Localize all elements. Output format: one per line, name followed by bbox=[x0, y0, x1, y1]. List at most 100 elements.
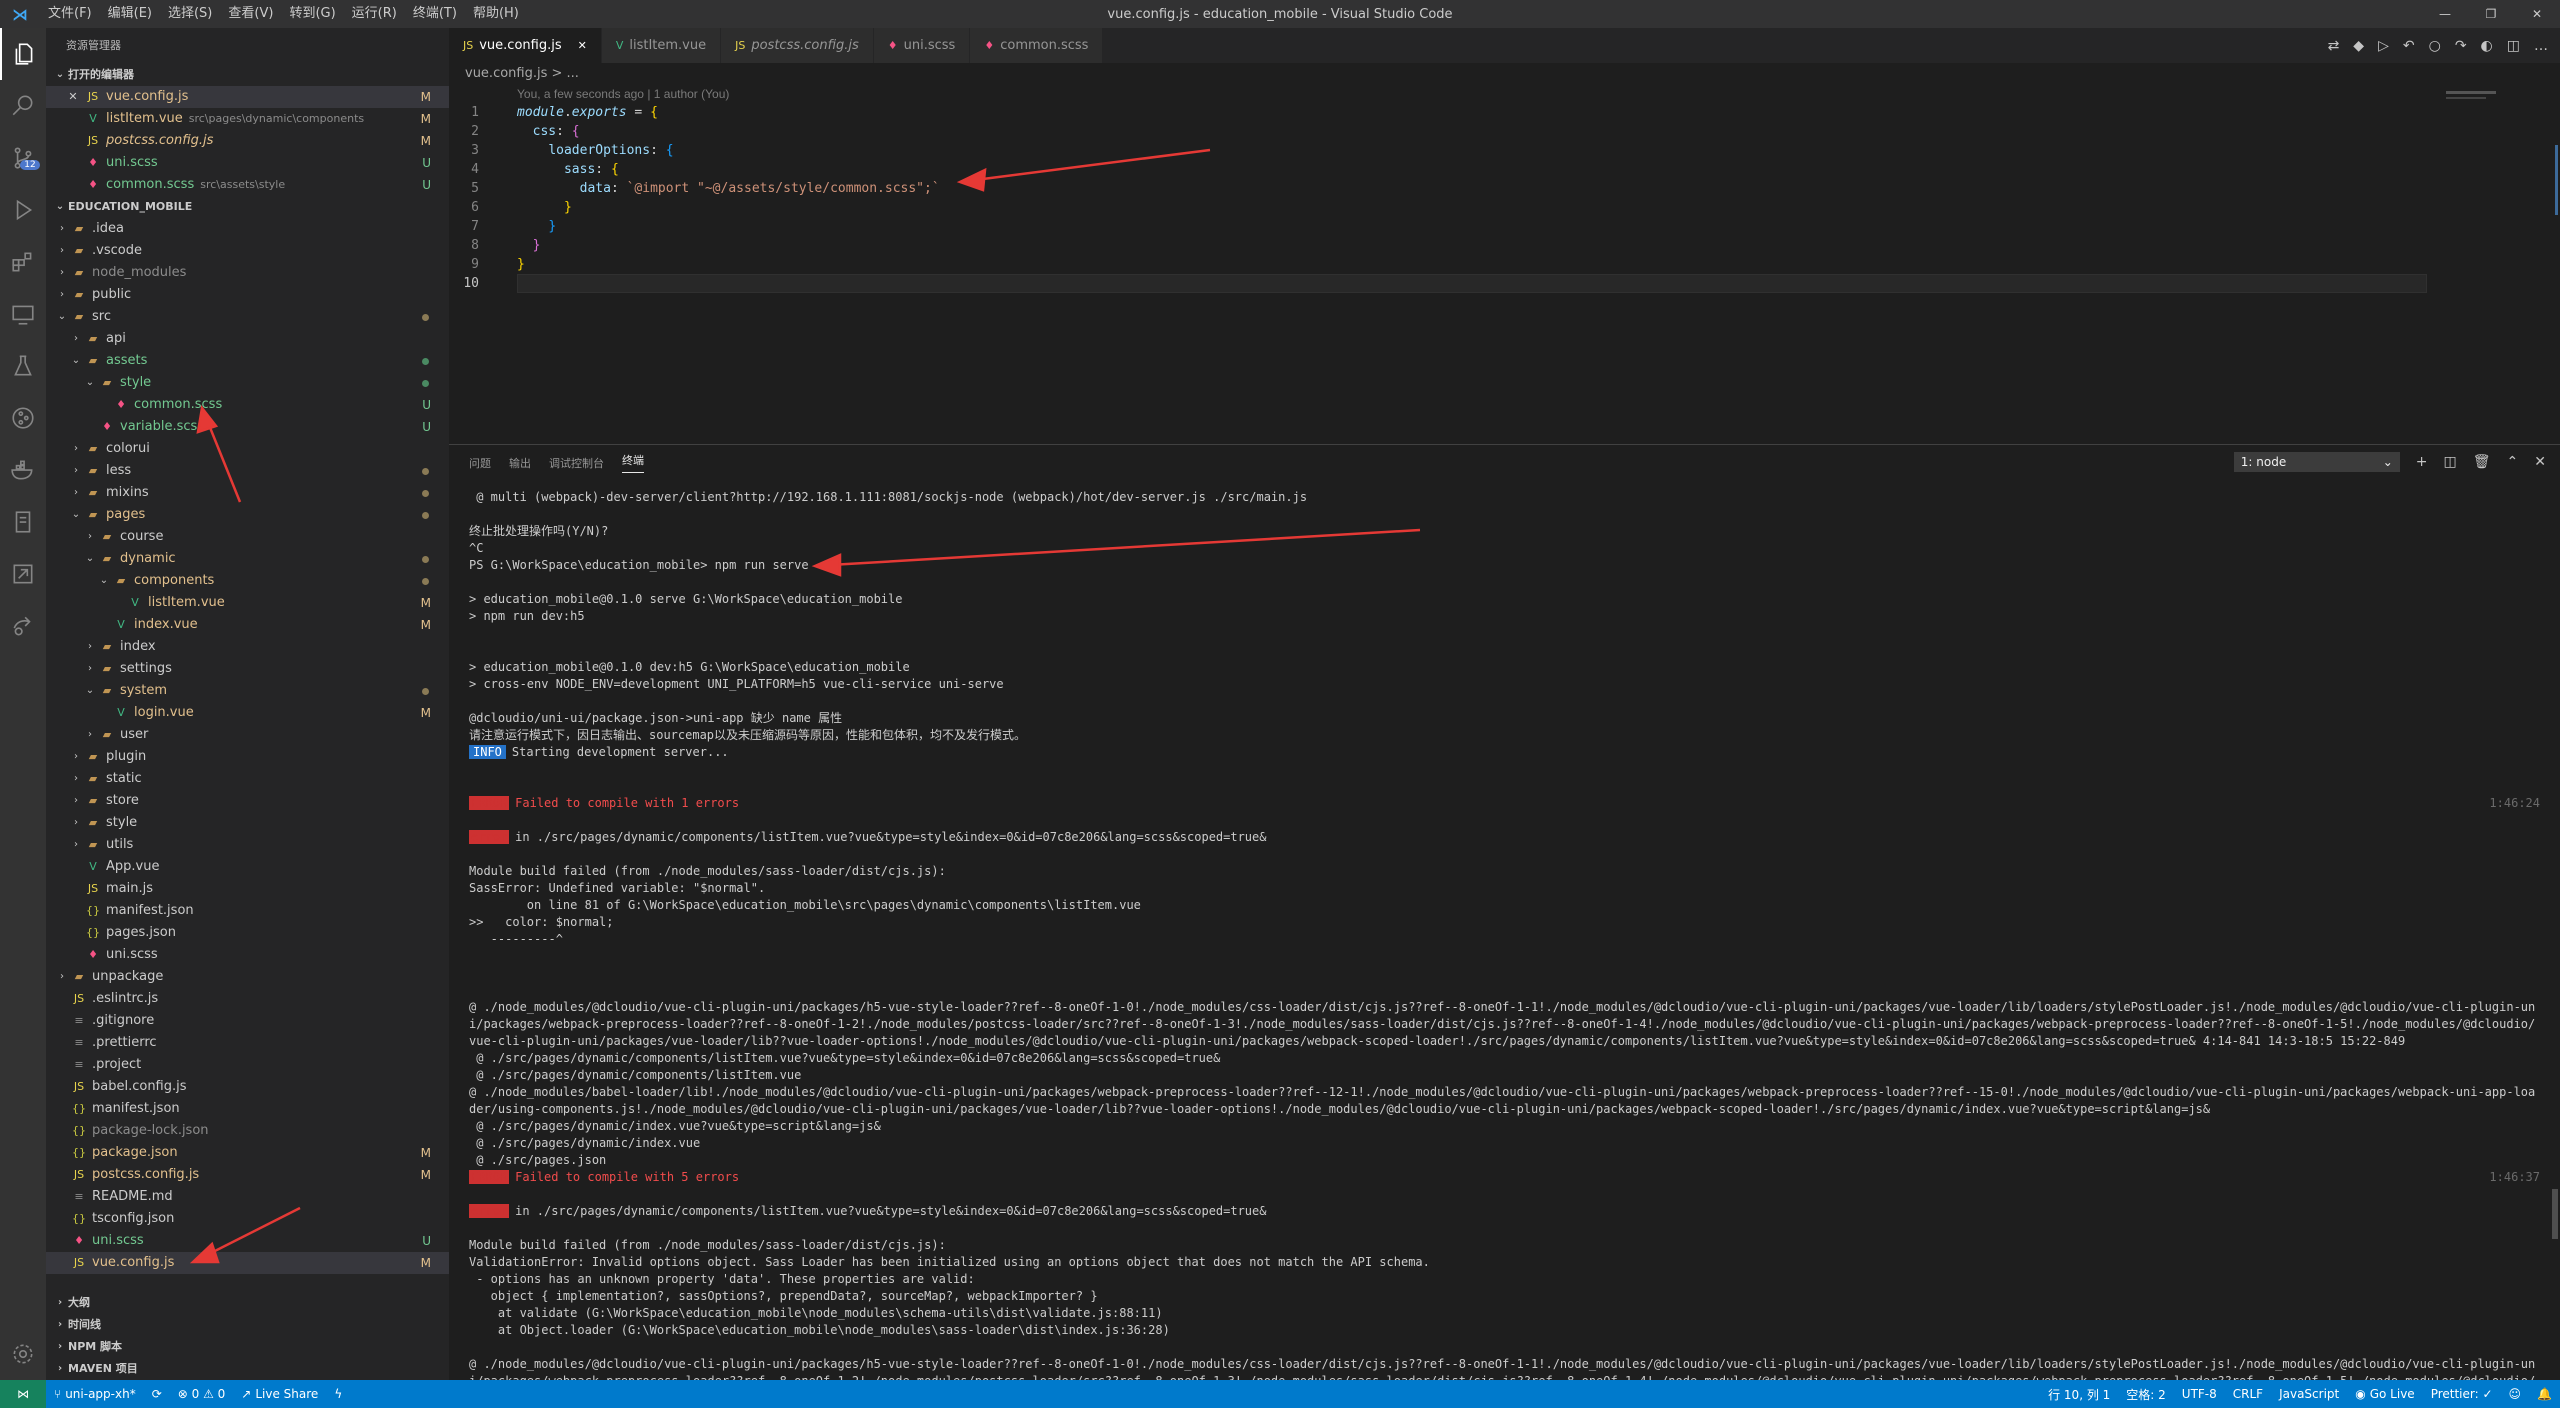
tree-folder[interactable]: › ▰ colorui bbox=[46, 438, 449, 460]
tab-debug-console[interactable]: 调试控制台 bbox=[549, 455, 604, 471]
tree-file[interactable]: ≡ .gitignore bbox=[46, 1010, 449, 1032]
tree-file[interactable]: {} package-lock.json bbox=[46, 1120, 449, 1142]
menu-item[interactable]: 文件(F) bbox=[40, 0, 100, 28]
feedback-icon[interactable]: ☺ bbox=[2501, 1387, 2530, 1401]
menu-item[interactable]: 终端(T) bbox=[405, 0, 465, 28]
tree-folder[interactable]: ⌄ ▰ src bbox=[46, 306, 449, 328]
tree-file[interactable]: {} manifest.json bbox=[46, 1098, 449, 1120]
tree-folder[interactable]: › ▰ less bbox=[46, 460, 449, 482]
tree-file[interactable]: JS postcss.config.js M bbox=[46, 1164, 449, 1186]
sync-button[interactable]: ⟳ bbox=[144, 1387, 170, 1401]
split-editor-icon[interactable]: ◫ bbox=[2507, 38, 2520, 54]
kill-terminal-icon[interactable]: 🗑 bbox=[2473, 454, 2491, 470]
extensions-icon[interactable] bbox=[0, 236, 46, 288]
minimize-icon[interactable]: — bbox=[2422, 0, 2468, 28]
tree-folder[interactable]: ⌄ ▰ dynamic bbox=[46, 548, 449, 570]
tree-file[interactable]: VlistItem.vue M bbox=[46, 592, 449, 614]
menu-item[interactable]: 选择(S) bbox=[160, 0, 220, 28]
menu-item[interactable]: 转到(G) bbox=[281, 0, 343, 28]
open-editor-item[interactable]: ✕ JS vue.config.js M bbox=[46, 86, 449, 108]
menu-item[interactable]: 查看(V) bbox=[220, 0, 281, 28]
tree-file[interactable]: ♦ uni.scss U bbox=[46, 1230, 449, 1252]
tree-folder[interactable]: › ▰ node_modules bbox=[46, 262, 449, 284]
open-editor-item[interactable]: ♦ uni.scss U bbox=[46, 152, 449, 174]
tree-file[interactable]: ♦ variable.scss U bbox=[46, 416, 449, 438]
maximize-panel-icon[interactable]: ⌃ bbox=[2507, 454, 2519, 470]
tree-file[interactable]: V App.vue bbox=[46, 856, 449, 878]
open-editor-item[interactable]: JS postcss.config.js M bbox=[46, 130, 449, 152]
remote-explorer-icon[interactable] bbox=[0, 288, 46, 340]
run-icon[interactable]: ▷ bbox=[2378, 38, 2389, 54]
minimap[interactable] bbox=[2446, 85, 2546, 115]
tree-file[interactable]: ≡ .project bbox=[46, 1054, 449, 1076]
lightning-icon[interactable]: ϟ bbox=[326, 1387, 350, 1401]
tree-folder[interactable]: › ▰ course bbox=[46, 526, 449, 548]
open-preview-icon[interactable]: ◐ bbox=[2481, 38, 2493, 54]
editor-tab[interactable]: JS vue.config.js ✕ bbox=[449, 28, 602, 63]
tree-file[interactable]: ≡ README.md bbox=[46, 1186, 449, 1208]
tree-folder[interactable]: ⌄ ▰ pages bbox=[46, 504, 449, 526]
tab-output[interactable]: 输出 bbox=[509, 455, 531, 471]
terminal-select[interactable]: 1: node ⌄ bbox=[2233, 452, 2400, 472]
docker-icon[interactable] bbox=[0, 444, 46, 496]
tree-file[interactable]: {} package.json M bbox=[46, 1142, 449, 1164]
tree-folder[interactable]: › ▰ api bbox=[46, 328, 449, 350]
git-lens-icon[interactable]: ◆ bbox=[2353, 38, 2364, 54]
project-header[interactable]: ⌄ EDUCATION_MOBILE bbox=[46, 196, 449, 218]
tree-folder[interactable]: › ▰ plugin bbox=[46, 746, 449, 768]
more-actions-icon[interactable]: … bbox=[2534, 38, 2548, 54]
tree-folder[interactable]: › ▰ style bbox=[46, 812, 449, 834]
editor-scrollbar[interactable] bbox=[2546, 85, 2560, 444]
tree-file[interactable]: JS main.js bbox=[46, 878, 449, 900]
tree-folder[interactable]: ⌄ ▰ components bbox=[46, 570, 449, 592]
split-terminal-icon[interactable]: ◫ bbox=[2444, 454, 2457, 470]
menu-item[interactable]: 运行(R) bbox=[344, 0, 405, 28]
open-editor-item[interactable]: VlistItem.vue src\pages\dynamic\component… bbox=[46, 108, 449, 130]
menu-item[interactable]: 帮助(H) bbox=[465, 0, 527, 28]
tree-folder[interactable]: › ▰ static bbox=[46, 768, 449, 790]
tree-folder[interactable]: › ▰ store bbox=[46, 790, 449, 812]
search-icon[interactable] bbox=[0, 80, 46, 132]
compare-changes-icon[interactable]: ⇄ bbox=[2328, 38, 2340, 54]
scroll-thumb[interactable] bbox=[2555, 145, 2558, 215]
tree-file[interactable]: ≡ .prettierrc bbox=[46, 1032, 449, 1054]
tab-terminal[interactable]: 终端 bbox=[622, 452, 644, 473]
codelens-blame[interactable]: You, a few seconds ago | 1 author (You) bbox=[517, 85, 729, 103]
code-editor[interactable]: You, a few seconds ago | 1 author (You) … bbox=[449, 85, 2560, 293]
run-debug-icon[interactable] bbox=[0, 184, 46, 236]
tree-folder[interactable]: › ▰ index bbox=[46, 636, 449, 658]
indentation[interactable]: 空格: 2 bbox=[2118, 1386, 2174, 1403]
open-editor-item[interactable]: ♦ common.scss src\assets\style U bbox=[46, 174, 449, 196]
go-back-icon[interactable]: ↶ bbox=[2403, 38, 2415, 54]
tree-folder[interactable]: › ▰ public bbox=[46, 284, 449, 306]
terminal-output[interactable]: @ multi (webpack)-dev-server/client?http… bbox=[469, 489, 2540, 1390]
tree-folder[interactable]: › ▰ .vscode bbox=[46, 240, 449, 262]
tree-file[interactable]: {} pages.json bbox=[46, 922, 449, 944]
tree-folder[interactable]: ⌄ ▰ style bbox=[46, 372, 449, 394]
prettier-status[interactable]: Prettier: ✓ bbox=[2423, 1387, 2501, 1401]
language-mode[interactable]: JavaScript bbox=[2271, 1387, 2347, 1401]
testing-icon[interactable] bbox=[0, 340, 46, 392]
git-graph-icon[interactable] bbox=[0, 392, 46, 444]
editor-tab[interactable]: VlistItem.vue bbox=[601, 28, 722, 63]
tab-problems[interactable]: 问题 bbox=[469, 455, 491, 471]
end-of-line[interactable]: CRLF bbox=[2225, 1387, 2271, 1401]
tree-folder[interactable]: › ▰ utils bbox=[46, 834, 449, 856]
close-tab-icon[interactable]: ✕ bbox=[578, 39, 587, 52]
explorer-icon[interactable] bbox=[0, 28, 46, 80]
sidebar-section-header[interactable]: › 时间线 bbox=[46, 1314, 449, 1336]
tree-file[interactable]: {} tsconfig.json bbox=[46, 1208, 449, 1230]
open-editors-header[interactable]: ⌄ 打开的编辑器 bbox=[46, 64, 449, 86]
tree-file[interactable]: {} manifest.json bbox=[46, 900, 449, 922]
tree-folder[interactable]: › ▰ mixins bbox=[46, 482, 449, 504]
branch-indicator[interactable]: ⑂ uni-app-xh* bbox=[46, 1387, 144, 1401]
tree-file[interactable]: ♦ uni.scss bbox=[46, 944, 449, 966]
tree-file[interactable]: JS .eslintrc.js bbox=[46, 988, 449, 1010]
close-panel-icon[interactable]: ✕ bbox=[2534, 454, 2546, 470]
tree-file[interactable]: JS babel.config.js bbox=[46, 1076, 449, 1098]
close-icon[interactable]: ✕ bbox=[66, 86, 80, 108]
terminal-scroll-thumb[interactable] bbox=[2552, 1189, 2558, 1239]
tree-folder[interactable]: › ▰ .idea bbox=[46, 218, 449, 240]
menu-item[interactable]: 编辑(E) bbox=[100, 0, 160, 28]
restore-icon[interactable]: ❐ bbox=[2468, 0, 2514, 28]
